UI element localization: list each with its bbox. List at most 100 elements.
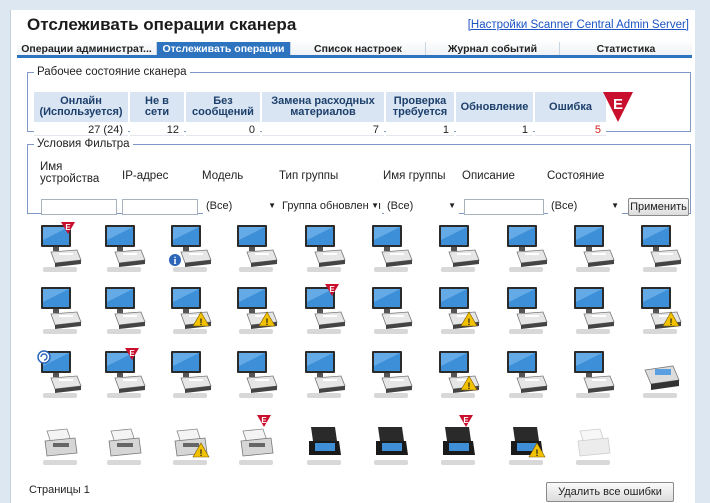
description-input[interactable] xyxy=(464,199,544,215)
monitor-scanner-icon[interactable] xyxy=(301,348,347,402)
monitor-scanner-icon[interactable] xyxy=(503,348,549,402)
model-select[interactable]: (Все) ▼ xyxy=(203,199,279,215)
admin-server-settings-link[interactable]: [Настройки Scanner Central Admin Server] xyxy=(468,19,689,31)
monitor-scanner-icon[interactable] xyxy=(101,222,147,276)
monitor-scanner-icon[interactable] xyxy=(570,348,616,402)
group-name-select-value: (Все) xyxy=(387,200,414,212)
monitor-scanner-icon[interactable] xyxy=(368,222,414,276)
tab-event-log[interactable]: Журнал событий xyxy=(426,42,560,55)
group-name-select[interactable]: (Все) ▼ xyxy=(384,199,459,215)
group-type-select[interactable]: Группа обновления ▼ xyxy=(279,199,382,215)
device-name-label xyxy=(643,329,677,334)
group-type-label: Тип группы xyxy=(279,170,339,182)
svg-text:E: E xyxy=(129,349,135,358)
svg-text:i: i xyxy=(174,256,177,267)
device-name-label xyxy=(43,460,77,465)
device-name-label xyxy=(173,393,207,398)
status-value-consumables: 7 xyxy=(262,124,384,136)
scanner-sheetfed-error-icon[interactable]: E xyxy=(233,415,279,469)
status-col-check-required: Проверка требуется xyxy=(386,92,454,122)
status-col-update-label: Обновление xyxy=(460,100,529,113)
pages-indicator: Страницы 1 xyxy=(29,484,90,496)
tab-monitor-operations[interactable]: Отслеживать операции xyxy=(157,42,291,55)
monitor-scanner-icon[interactable] xyxy=(167,348,213,402)
device-name-label xyxy=(643,267,677,272)
monitor-scanner-warning-icon[interactable]: ! xyxy=(167,284,213,338)
monitor-scanner-error-icon[interactable]: E xyxy=(101,348,147,402)
device-name-label xyxy=(307,460,341,465)
scanner-sheetfed-icon[interactable] xyxy=(37,415,83,469)
device-name-label xyxy=(43,329,77,334)
svg-text:E: E xyxy=(613,96,623,113)
monitor-scanner-error-icon[interactable]: E xyxy=(37,222,83,276)
scanner-black-icon[interactable] xyxy=(301,415,347,469)
monitor-scanner-warning-icon[interactable]: ! xyxy=(233,284,279,338)
page-title: Отслеживать операции сканера xyxy=(27,15,297,34)
scanner-desk-icon[interactable] xyxy=(637,348,683,402)
device-name-label-line1: Имя xyxy=(40,161,63,173)
state-select[interactable]: (Все) ▼ xyxy=(548,199,622,215)
device-name-label xyxy=(107,329,141,334)
device-name-label xyxy=(509,393,543,398)
svg-text:!: ! xyxy=(266,317,269,327)
svg-text:E: E xyxy=(329,285,335,294)
monitor-scanner-icon[interactable] xyxy=(233,348,279,402)
device-name-label xyxy=(239,267,273,272)
monitor-scanner-icon[interactable] xyxy=(637,222,683,276)
monitor-scanner-icon[interactable] xyxy=(368,284,414,338)
monitor-scanner-icon[interactable] xyxy=(503,284,549,338)
monitor-scanner-icon[interactable] xyxy=(435,222,481,276)
device-name-label xyxy=(43,393,77,398)
group-name-label: Имя группы xyxy=(383,170,446,182)
device-name-label xyxy=(374,329,408,334)
monitor-scanner-warning-icon[interactable]: ! xyxy=(435,348,481,402)
filter-legend: Условия Фильтра xyxy=(37,138,130,150)
tab-settings-list[interactable]: Список настроек xyxy=(291,42,426,55)
device-name-label xyxy=(576,460,610,465)
svg-text:!: ! xyxy=(200,448,203,458)
monitor-scanner-icon[interactable] xyxy=(570,222,616,276)
monitor-window: Отслеживать операции сканера [Настройки … xyxy=(10,10,695,503)
monitor-scanner-icon[interactable] xyxy=(233,222,279,276)
clear-all-errors-button[interactable]: Удалить все ошибки xyxy=(546,482,674,502)
monitor-scanner-icon[interactable] xyxy=(570,284,616,338)
scanner-offline-icon[interactable] xyxy=(570,415,616,469)
monitor-scanner-warning-icon[interactable]: ! xyxy=(435,284,481,338)
device-name-label xyxy=(643,393,677,398)
apply-filter-button[interactable]: Применить xyxy=(628,198,689,216)
ip-address-input[interactable] xyxy=(122,199,198,215)
monitor-scanner-icon[interactable] xyxy=(37,284,83,338)
monitor-scanner-icon[interactable] xyxy=(503,222,549,276)
status-col-consumables: Замена расходных материалов xyxy=(262,92,384,122)
device-name-label-line2: устройства xyxy=(40,173,100,185)
scanner-black-warning-icon[interactable]: ! xyxy=(503,415,549,469)
scanner-black-icon[interactable] xyxy=(368,415,414,469)
tab-statistics[interactable]: Статистика xyxy=(560,42,692,55)
monitor-scanner-icon[interactable] xyxy=(368,348,414,402)
scanner-sheetfed-warning-icon[interactable]: ! xyxy=(167,415,213,469)
chevron-down-icon: ▼ xyxy=(611,201,619,210)
monitor-scanner-warning-icon[interactable]: ! xyxy=(637,284,683,338)
monitor-scanner-error-icon[interactable]: E xyxy=(301,284,347,338)
scanner-black-error-icon[interactable]: E xyxy=(435,415,481,469)
state-label: Состояние xyxy=(547,170,605,182)
device-name-label xyxy=(107,393,141,398)
ip-address-label: IP-адрес xyxy=(122,170,169,182)
device-name-label xyxy=(576,393,610,398)
status-value-error: 5 xyxy=(535,124,606,136)
device-name-input[interactable] xyxy=(41,199,117,215)
state-select-value: (Все) xyxy=(551,200,578,212)
status-col-error: Ошибка xyxy=(535,92,606,122)
monitor-scanner-info-icon[interactable]: i xyxy=(167,222,213,276)
scanner-sheetfed-icon[interactable] xyxy=(101,415,147,469)
monitor-scanner-update-icon[interactable] xyxy=(37,348,83,402)
description-label: Описание xyxy=(462,170,515,182)
tab-admin-operations[interactable]: Операции администрат... xyxy=(17,42,157,55)
device-name-label xyxy=(576,329,610,334)
admin-server-settings-label[interactable]: [Настройки Scanner Central Admin Server] xyxy=(468,19,689,31)
monitor-scanner-icon[interactable] xyxy=(301,222,347,276)
svg-text:!: ! xyxy=(536,448,539,458)
monitor-scanner-icon[interactable] xyxy=(101,284,147,338)
status-col-offline: Не в сети xyxy=(130,92,184,122)
device-name-label xyxy=(173,460,207,465)
